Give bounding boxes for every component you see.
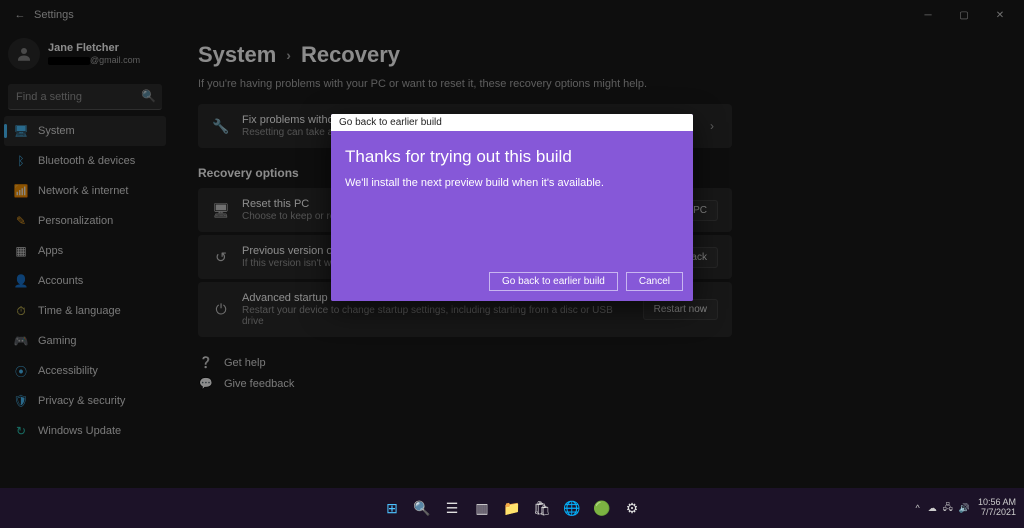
- network-tray-icon[interactable]: 🖧: [943, 500, 953, 516]
- dialog-cancel-button[interactable]: Cancel: [626, 272, 683, 291]
- modal-overlay: Go back to earlier build Thanks for tryi…: [0, 0, 1024, 528]
- task-view-icon[interactable]: ☰: [440, 496, 464, 520]
- explorer-icon[interactable]: 📁: [500, 496, 524, 520]
- store-icon[interactable]: 🛍: [530, 496, 554, 520]
- dialog-go-back-button[interactable]: Go back to earlier build: [489, 272, 618, 291]
- dialog-body-text: We'll install the next preview build whe…: [345, 177, 679, 189]
- dialog-titlebar: Go back to earlier build: [331, 114, 693, 131]
- system-clock[interactable]: 10:56 AM 7/7/2021: [978, 498, 1016, 518]
- go-back-dialog: Go back to earlier build Thanks for tryi…: [331, 114, 693, 301]
- onedrive-icon[interactable]: ☁: [928, 503, 937, 514]
- volume-icon[interactable]: 🔊: [959, 503, 970, 514]
- taskbar: ⊞ 🔍 ☰ ▥ 📁 🛍 🌐 🟢 ⚙ ^ ☁ 🖧 🔊 10:56 AM 7/7/2…: [0, 488, 1024, 528]
- start-button[interactable]: ⊞: [380, 496, 404, 520]
- widgets-icon[interactable]: ▥: [470, 496, 494, 520]
- tray-chevron-icon[interactable]: ^: [915, 503, 919, 513]
- clock-date: 7/7/2021: [978, 508, 1016, 518]
- chrome-icon[interactable]: 🟢: [590, 496, 614, 520]
- settings-taskbar-icon[interactable]: ⚙: [620, 496, 644, 520]
- dialog-heading: Thanks for trying out this build: [345, 147, 679, 167]
- search-taskbar-icon[interactable]: 🔍: [410, 496, 434, 520]
- edge-icon[interactable]: 🌐: [560, 496, 584, 520]
